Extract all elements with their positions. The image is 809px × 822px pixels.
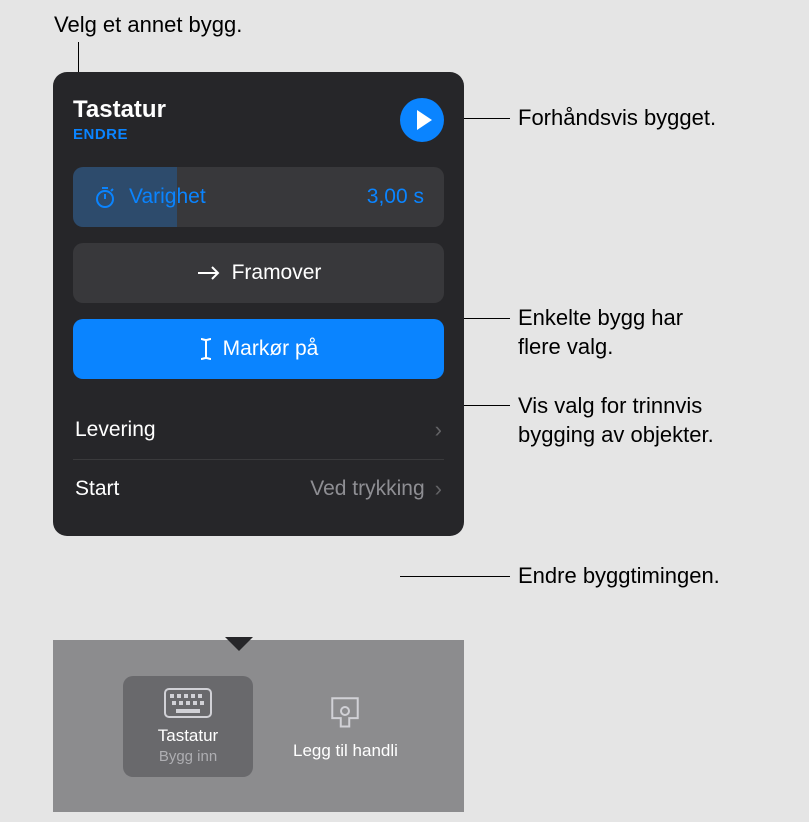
chevron-right-icon: › — [435, 476, 442, 502]
callout-change-build: Velg et annet bygg. — [54, 11, 242, 40]
direction-label: Framover — [232, 261, 322, 285]
keyboard-icon — [164, 688, 212, 718]
arrow-right-icon — [196, 264, 222, 282]
callout-stepwise-l2: bygging av objekter. — [518, 422, 714, 447]
delivery-label: Levering — [75, 418, 156, 442]
start-row[interactable]: Start Ved trykking › — [73, 460, 444, 518]
preview-play-button[interactable] — [400, 98, 444, 142]
callout-preview-build: Forhåndsvis bygget. — [518, 104, 716, 133]
cursor-option-button[interactable]: Markør på — [73, 319, 444, 379]
callout-more-options-l1: Enkelte bygg har — [518, 305, 683, 330]
chevron-right-icon: › — [435, 417, 442, 443]
callout-change-timing: Endre byggtimingen. — [518, 562, 720, 591]
start-label: Start — [75, 477, 119, 501]
duration-slider[interactable]: Varighet 3,00 s — [73, 167, 444, 227]
callout-more-options: Enkelte bygg har flere valg. — [518, 304, 683, 361]
callout-stepwise-l1: Vis valg for trinnvis — [518, 393, 702, 418]
duration-label: Varighet — [129, 185, 206, 209]
cursor-icon — [199, 337, 213, 361]
build-toolbar: Tastatur Bygg inn Legg til handli — [53, 640, 464, 812]
delivery-row[interactable]: Levering › — [73, 401, 444, 460]
start-value: Ved trykking — [310, 477, 424, 501]
direction-option-button[interactable]: Framover — [73, 243, 444, 303]
panel-title-group: Tastatur ENDRE — [73, 96, 166, 143]
build-options-panel: Tastatur ENDRE Varighet 3,00 s Framover — [53, 72, 464, 536]
callout-stepwise: Vis valg for trinnvis bygging av objekte… — [518, 392, 714, 449]
panel-header: Tastatur ENDRE — [73, 96, 444, 143]
callout-change-build-text: Velg et annet bygg. — [54, 12, 242, 37]
duration-value: 3,00 s — [367, 185, 424, 209]
build-tile-keyboard[interactable]: Tastatur Bygg inn — [123, 676, 253, 777]
callout-change-timing-text: Endre byggtimingen. — [518, 563, 720, 588]
play-icon — [417, 110, 432, 130]
cursor-label: Markør på — [223, 337, 319, 361]
callout-line — [400, 576, 510, 577]
action-icon — [325, 691, 365, 731]
callout-preview-text: Forhåndsvis bygget. — [518, 105, 716, 130]
callout-more-options-l2: flere valg. — [518, 334, 613, 359]
tile-subtitle: Bygg inn — [159, 748, 217, 765]
add-action-tile[interactable]: Legg til handli — [293, 691, 398, 761]
tile-title: Tastatur — [158, 726, 218, 746]
action-label: Legg til handli — [293, 741, 398, 761]
panel-tail — [225, 637, 253, 651]
panel-title: Tastatur — [73, 96, 166, 124]
timer-icon — [93, 185, 117, 209]
change-build-button[interactable]: ENDRE — [73, 126, 166, 143]
